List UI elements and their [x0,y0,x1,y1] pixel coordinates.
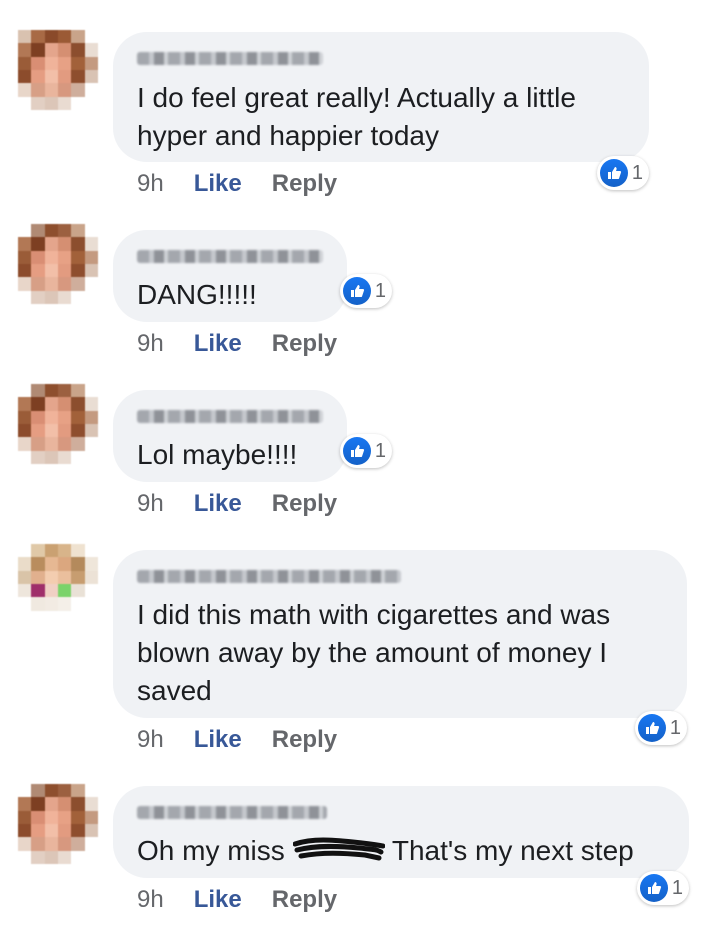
comment-text-start: Oh my miss [137,835,285,866]
reply-link[interactable]: Reply [272,490,337,517]
reaction-count: 1 [669,716,681,739]
comment-actions: 9h Like Reply [137,490,337,518]
like-link[interactable]: Like [194,490,242,517]
comment-bubble: Lol maybe!!!! [113,390,347,482]
like-link[interactable]: Like [194,170,242,197]
comment-text: Lol maybe!!!! [137,439,298,470]
avatar[interactable] [18,544,98,624]
reaction-count: 1 [374,279,386,302]
thumbs-up-icon [640,874,668,902]
comment-text: DANG!!!!! [137,279,257,310]
blurred-author-name [137,410,323,423]
reaction-count: 1 [374,439,386,462]
timestamp[interactable]: 9h [137,490,164,517]
reaction-badge[interactable]: 1 [637,871,689,905]
comment-actions: 9h Like Reply [137,170,337,198]
avatar[interactable] [18,384,98,464]
reaction-count: 1 [671,876,683,899]
comment-actions: 9h Like Reply [137,330,337,358]
reaction-badge[interactable]: 1 [597,156,649,190]
reply-link[interactable]: Reply [272,726,337,753]
reaction-count: 1 [631,161,643,184]
thumbs-up-icon [638,714,666,742]
blurred-author-name [137,806,327,819]
comment-bubble: Oh my miss That's my next step [113,786,689,878]
comment-actions: 9h Like Reply [137,886,337,914]
like-link[interactable]: Like [194,726,242,753]
timestamp[interactable]: 9h [137,330,164,357]
reply-link[interactable]: Reply [272,170,337,197]
reaction-badge[interactable]: 1 [635,711,687,745]
reaction-badge[interactable]: 1 [340,274,392,308]
comment-text: Oh my miss That's my next step [137,832,665,870]
reply-link[interactable]: Reply [272,330,337,357]
comment-text: I do feel great really! Actually a littl… [137,82,576,151]
blurred-author-name [137,570,401,583]
like-link[interactable]: Like [194,886,242,913]
redaction-scribble [292,837,386,861]
comment-actions: 9h Like Reply [137,726,337,754]
thumbs-up-icon [343,277,371,305]
reaction-badge[interactable]: 1 [340,434,392,468]
like-link[interactable]: Like [194,330,242,357]
comment-text-end: That's my next step [391,835,634,866]
comment-bubble: DANG!!!!! [113,230,347,322]
avatar[interactable] [18,224,98,304]
thumbs-up-icon [343,437,371,465]
comment-bubble: I did this math with cigarettes and was … [113,550,687,718]
avatar[interactable] [18,30,98,110]
blurred-author-name [137,52,323,65]
timestamp[interactable]: 9h [137,726,164,753]
comment-bubble: I do feel great really! Actually a littl… [113,32,649,162]
timestamp[interactable]: 9h [137,886,164,913]
comment-text: I did this math with cigarettes and was … [137,599,611,706]
thumbs-up-icon [600,159,628,187]
avatar[interactable] [18,784,98,864]
blurred-author-name [137,250,323,263]
timestamp[interactable]: 9h [137,170,164,197]
reply-link[interactable]: Reply [272,886,337,913]
